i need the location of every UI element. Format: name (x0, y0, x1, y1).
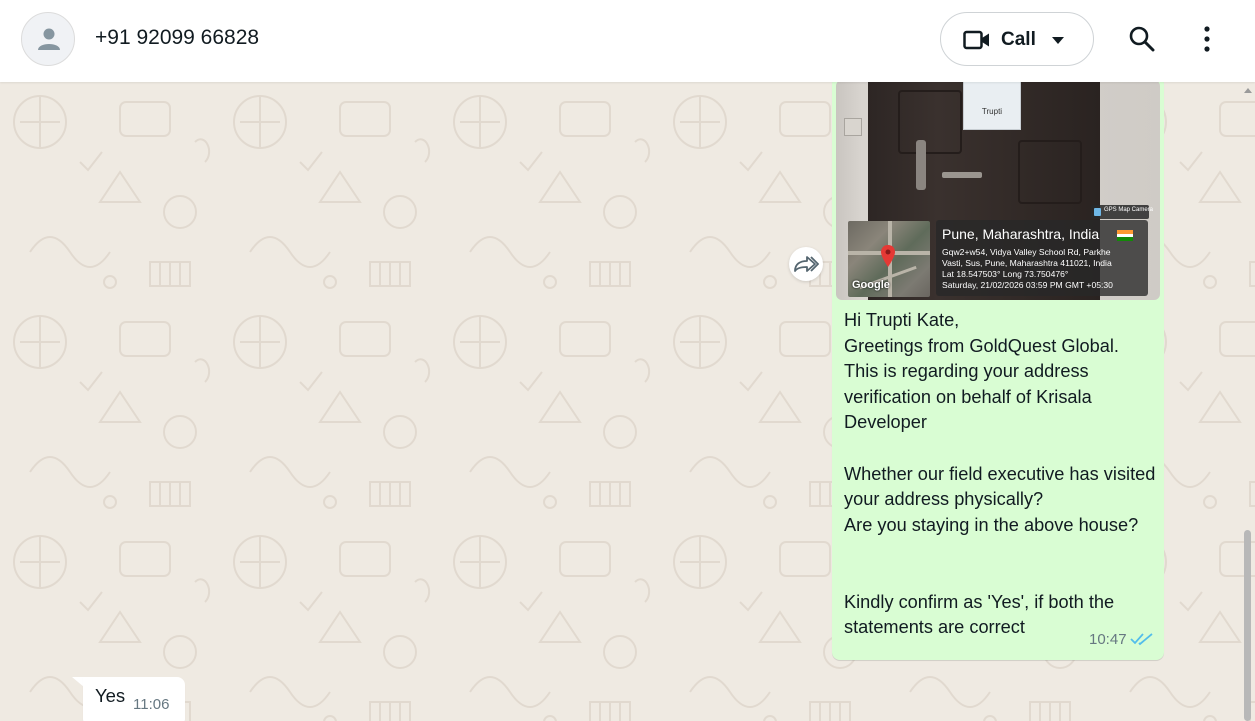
chat-header: +91 92099 66828 Call (0, 0, 1255, 82)
map-pin-icon (881, 245, 895, 267)
gps-coordinates: Lat 18.547503° Long 73.750476° (942, 269, 1069, 279)
contact-avatar[interactable] (21, 12, 75, 66)
double-tick-read-icon (1130, 633, 1153, 646)
message-image[interactable]: Trupti GPS Map Camera Google Pune, Mahar… (836, 82, 1160, 300)
wall-switch (844, 118, 862, 136)
outgoing-message-bubble[interactable]: Trupti GPS Map Camera Google Pune, Mahar… (832, 82, 1164, 660)
door-nameplate: Trupti (963, 82, 1021, 130)
forward-button[interactable] (789, 247, 823, 281)
outgoing-message-text: Hi Trupti Kate, Greetings from GoldQuest… (844, 310, 1156, 638)
gps-address-line2: Vasti, Sus, Pune, Maharashtra 411021, In… (942, 258, 1112, 268)
gps-location-title: Pune, Maharashtra, India (942, 226, 1100, 242)
video-camera-icon (963, 30, 989, 50)
forward-icon (794, 256, 819, 272)
gps-camera-brand: GPS Map Camera (1091, 205, 1153, 219)
map-google-logo: Google (852, 279, 890, 291)
outgoing-message-time: 10:47 (1089, 631, 1127, 648)
call-button[interactable]: Call (940, 12, 1094, 66)
gps-address-line1: Gqw2+w54, Vidya Valley School Rd, Parkhe (942, 247, 1111, 257)
map-thumbnail: Google (848, 221, 930, 297)
contact-name[interactable]: +91 92099 66828 (95, 26, 259, 50)
call-button-label: Call (1001, 29, 1036, 50)
gps-location-stamp: Pune, Maharashtra, India Gqw2+w54, Vidya… (936, 220, 1148, 296)
india-flag-icon (1117, 230, 1133, 241)
search-icon[interactable] (1128, 25, 1156, 53)
chevron-down-icon[interactable] (1052, 37, 1064, 44)
scrollbar-thumb[interactable] (1244, 530, 1251, 721)
chat-area[interactable]: Trupti GPS Map Camera Google Pune, Mahar… (0, 82, 1255, 721)
gps-datetime: Saturday, 21/02/2026 03:59 PM GMT +05:30 (942, 280, 1113, 290)
incoming-message-time: 11:06 (133, 696, 170, 713)
incoming-message-text: Yes (95, 685, 126, 706)
incoming-message-bubble[interactable]: Yes 11:06 (83, 677, 185, 721)
more-options-icon[interactable] (1197, 25, 1217, 53)
scroll-up-arrow[interactable] (1244, 88, 1252, 93)
person-icon (38, 28, 60, 50)
